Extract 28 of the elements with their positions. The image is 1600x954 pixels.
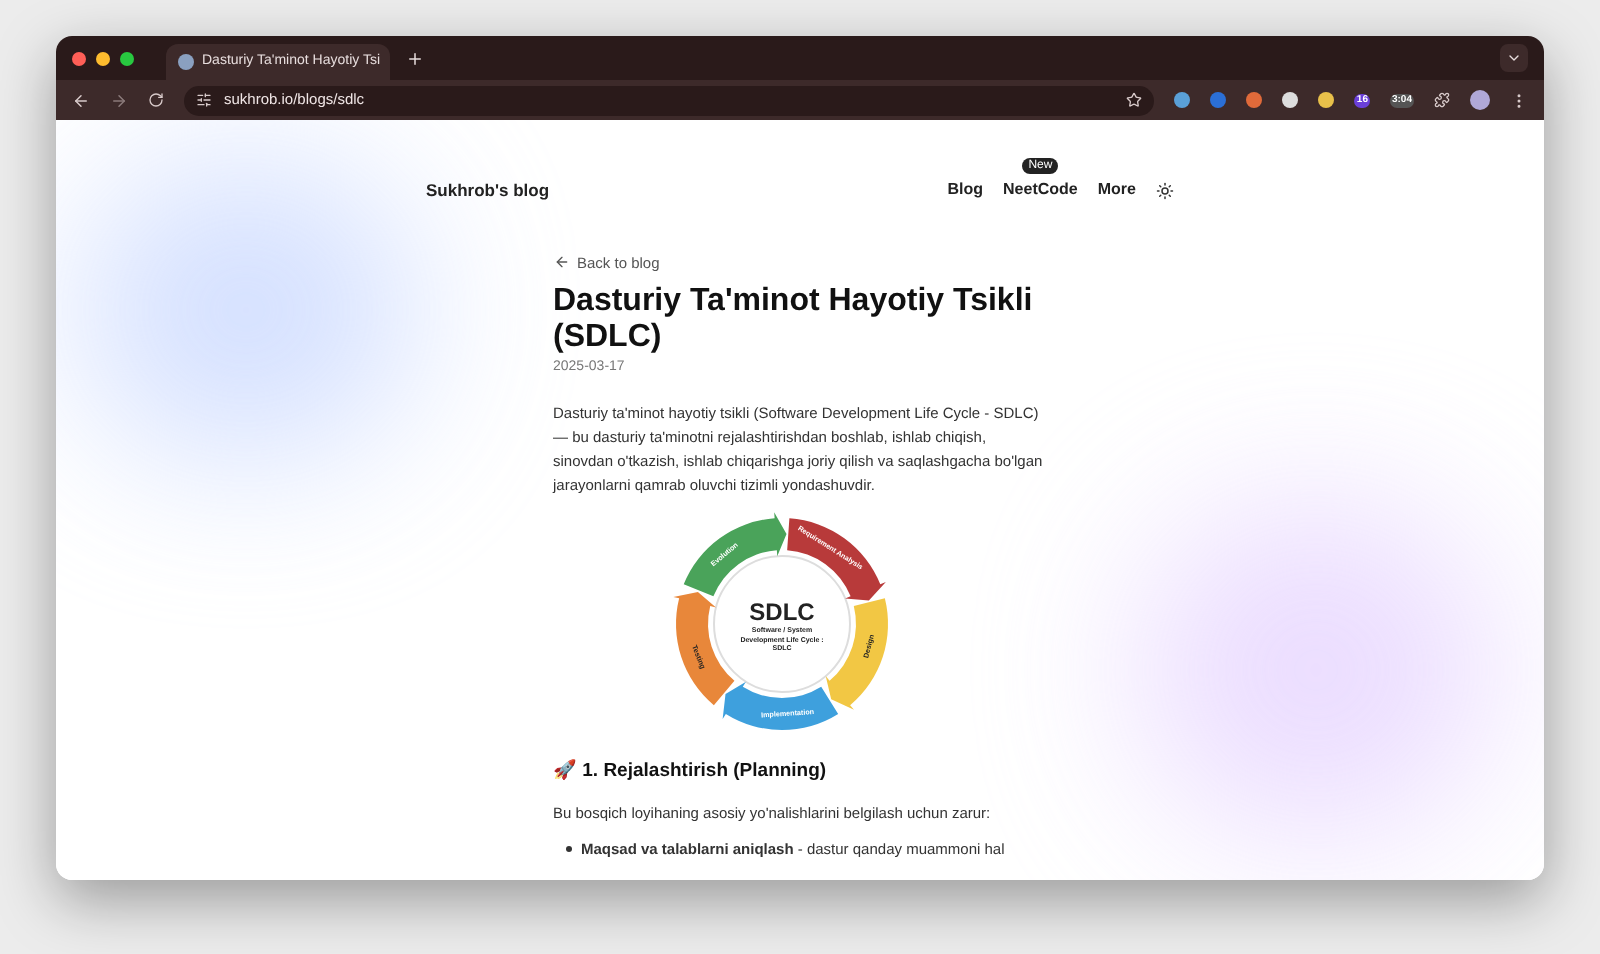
site-settings-icon[interactable] — [196, 92, 212, 108]
diagram-title: SDLC — [748, 597, 814, 625]
extension-icon[interactable] — [1246, 92, 1263, 108]
reload-icon[interactable] — [148, 92, 164, 108]
extensions-icon[interactable] — [1434, 92, 1450, 108]
bookmark-icon[interactable] — [1126, 92, 1143, 108]
chevron-down-icon — [1506, 50, 1522, 66]
maximize-window-icon[interactable] — [120, 51, 134, 65]
profile-avatar[interactable] — [1470, 90, 1490, 110]
tab-menu-button[interactable] — [1500, 44, 1528, 72]
extension-icon[interactable] — [1318, 92, 1335, 108]
back-icon[interactable] — [72, 91, 90, 109]
favicon-icon — [178, 54, 194, 70]
article-title: Dasturiy Ta'minot Hayotiy Tsikli (SDLC) — [553, 284, 1035, 356]
extension-icon[interactable] — [1174, 92, 1191, 108]
nav-link[interactable]: More — [1097, 178, 1136, 203]
section-heading: 🚀 1. Rejalashtirish (Planning) — [553, 757, 829, 785]
nav-link[interactable]: NeetCode — [1003, 178, 1078, 203]
theme-toggle-icon[interactable] — [1156, 181, 1174, 200]
extension-icon[interactable] — [1282, 92, 1299, 108]
new-tab-icon[interactable] — [406, 49, 424, 67]
minimize-window-icon[interactable] — [96, 51, 110, 65]
nav-link[interactable]: Blog — [947, 178, 984, 203]
forward-icon[interactable] — [110, 91, 128, 109]
close-window-icon[interactable] — [72, 51, 86, 65]
bullet-icon — [565, 846, 571, 852]
back-arrow-icon — [553, 254, 569, 271]
site-brand[interactable]: Sukhrob's blog — [426, 178, 550, 204]
